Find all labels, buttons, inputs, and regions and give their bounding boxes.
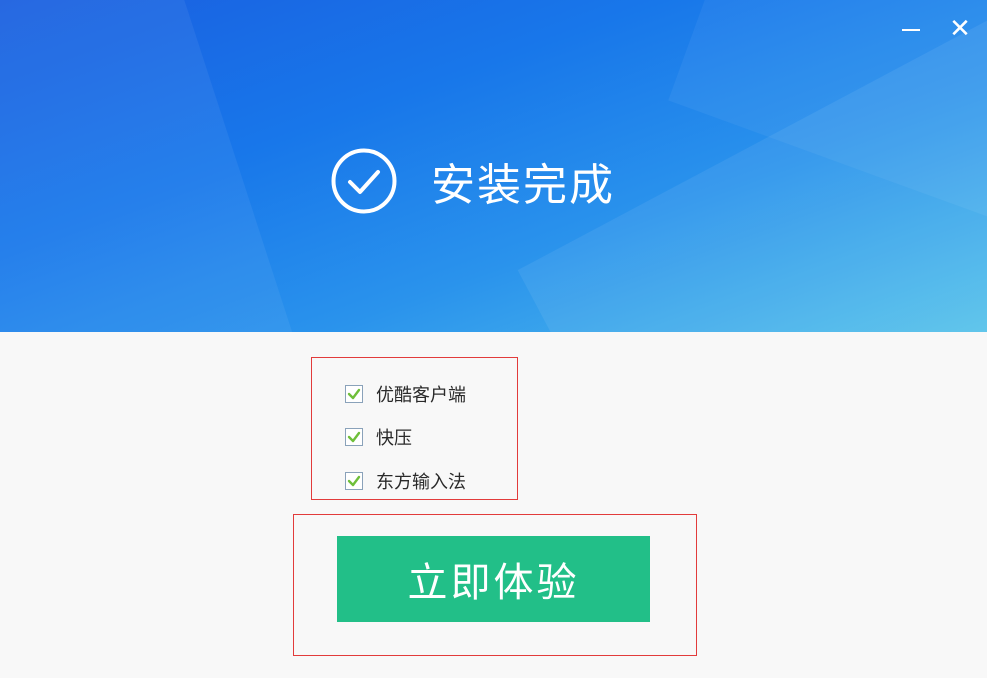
option-kuaiya[interactable]: 快压 <box>345 425 412 449</box>
decorative-shape <box>0 0 312 332</box>
checkbox[interactable] <box>345 428 363 446</box>
checkmark-icon <box>347 475 361 487</box>
header-banner: ✕ 安装完成 <box>0 0 987 332</box>
option-label: 东方输入法 <box>376 472 466 493</box>
checkmark-icon <box>347 388 361 400</box>
close-icon: ✕ <box>949 14 971 44</box>
start-experience-button[interactable]: 立即体验 <box>337 536 650 622</box>
minimize-icon <box>902 29 920 31</box>
option-dongfang-input[interactable]: 东方输入法 <box>345 469 466 493</box>
completion-heading: 安装完成 <box>331 146 615 216</box>
checkbox[interactable] <box>345 385 363 403</box>
option-label: 优酷客户端 <box>376 385 466 406</box>
option-label: 快压 <box>376 428 412 449</box>
page-title: 安装完成 <box>431 160 615 211</box>
options-group: 优酷客户端 快压 东方输入法 <box>311 357 518 500</box>
minimize-button[interactable] <box>893 12 929 46</box>
checkmark-icon <box>347 431 361 443</box>
close-button[interactable]: ✕ <box>942 12 978 46</box>
option-youku-client[interactable]: 优酷客户端 <box>345 382 466 406</box>
checkbox[interactable] <box>345 472 363 490</box>
check-circle-icon <box>331 148 397 214</box>
